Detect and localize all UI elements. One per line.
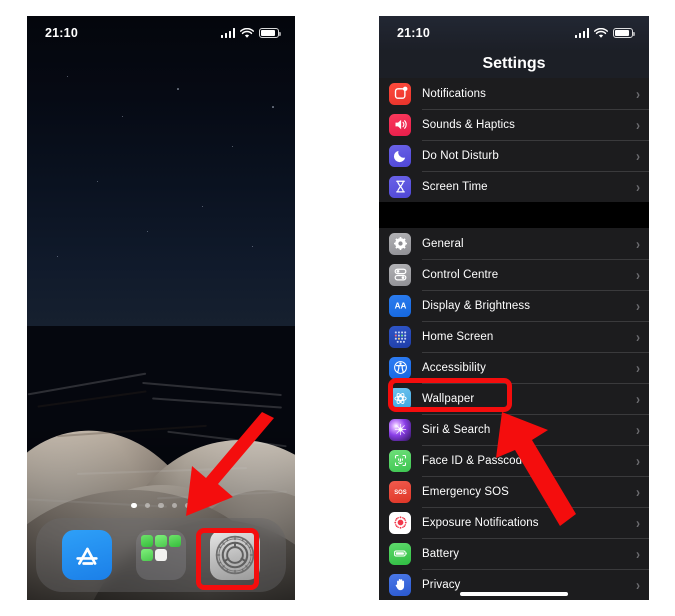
row-label: Battery [422,547,460,560]
battery-icon [613,28,635,38]
emergency-sos-icon: SOS [389,480,411,503]
signal-bars-icon [220,28,235,38]
notifications-icon [389,82,411,105]
row-label: Siri & Search [422,423,491,436]
settings-row-control-centre[interactable]: Control Centre › [379,259,649,290]
folder-mini-icon [169,535,181,547]
app-store-glyph [76,547,98,565]
app-store-icon[interactable] [62,530,112,580]
row-label: Do Not Disturb [422,149,499,162]
row-label: Sounds & Haptics [422,118,516,131]
chevron-right-icon: › [636,513,640,532]
control-centre-icon [389,263,411,286]
page-title: Settings [379,50,649,78]
chevron-right-icon: › [636,358,640,377]
settings-row-do-not-disturb[interactable]: Do Not Disturb › [379,140,649,171]
chevron-right-icon: › [636,544,640,563]
sounds-haptics-icon [389,113,411,136]
chevron-right-icon: › [636,84,640,103]
general-gear-icon [389,232,411,255]
chevron-right-icon: › [636,296,640,315]
row-label: Display & Brightness [422,299,531,312]
folder-mini-icon [169,549,181,561]
chevron-right-icon: › [636,115,640,134]
row-label: Notifications [422,87,486,100]
signal-bars-icon [574,28,589,38]
iphone-home-screen: 21:10 [27,16,295,600]
chevron-right-icon: › [636,265,640,284]
status-time: 21:10 [397,26,430,40]
settings-row-siri-search[interactable]: Siri & Search › [379,414,649,445]
chevron-right-icon: › [636,451,640,470]
settings-status-bar: 21:10 [379,16,649,50]
screenshot-canvas: 21:10 21:10 Settings Notifications › Sou… [0,0,675,616]
sos-badge-text: SOS [394,490,407,496]
wifi-icon [594,27,608,38]
settings-gear-glyph [215,535,255,575]
page-indicator-dots[interactable] [27,502,295,508]
settings-row-emergency-sos[interactable]: SOS Emergency SOS › [379,476,649,507]
accessibility-icon [389,356,411,379]
folder-mini-icon [141,535,153,547]
settings-row-notifications[interactable]: Notifications › [379,78,649,109]
exposure-notifications-icon [389,511,411,534]
row-label: Exposure Notifications [422,516,539,529]
home-indicator-bar[interactable] [460,592,568,596]
row-label: Emergency SOS [422,485,509,498]
chevron-right-icon: › [636,482,640,501]
folder-mini-icon [141,549,153,561]
chevron-right-icon: › [636,575,640,594]
app-folder-icon[interactable] [136,530,186,580]
chevron-right-icon: › [636,234,640,253]
settings-row-display-brightness[interactable]: AA Display & Brightness › [379,290,649,321]
wallpaper-image [27,16,295,600]
settings-row-screen-time[interactable]: Screen Time › [379,171,649,202]
settings-group: Notifications › Sounds & Haptics › Do No… [379,78,649,202]
row-label: Accessibility [422,361,486,374]
chevron-right-icon: › [636,389,640,408]
home-screen-icon [389,325,411,348]
home-dock [36,518,286,592]
group-separator [379,202,649,228]
folder-mini-icon [155,535,167,547]
settings-row-general[interactable]: General › [379,228,649,259]
chevron-right-icon: › [636,327,640,346]
row-label: Face ID & Passcode [422,454,529,467]
settings-row-home-screen[interactable]: Home Screen › [379,321,649,352]
siri-icon [389,418,411,441]
folder-mini-icon [155,549,167,561]
home-status-bar: 21:10 [27,16,295,50]
settings-gear-icon[interactable] [210,530,260,580]
row-label: General [422,237,464,250]
screen-time-icon [389,175,411,198]
row-label: Wallpaper [422,392,475,405]
settings-row-exposure-notifications[interactable]: Exposure Notifications › [379,507,649,538]
chevron-right-icon: › [636,146,640,165]
settings-row-accessibility[interactable]: Accessibility › [379,352,649,383]
row-label: Home Screen [422,330,494,343]
chevron-right-icon: › [636,420,640,439]
status-time: 21:10 [45,26,78,40]
svg-text:AA: AA [394,302,406,311]
chevron-right-icon: › [636,177,640,196]
wifi-icon [240,27,254,38]
settings-row-battery[interactable]: Battery › [379,538,649,569]
row-label: Privacy [422,578,461,591]
settings-row-face-id-passcode[interactable]: Face ID & Passcode › [379,445,649,476]
settings-list[interactable]: Notifications › Sounds & Haptics › Do No… [379,78,649,600]
do-not-disturb-icon [389,144,411,167]
wallpaper-icon [389,387,411,410]
row-label: Control Centre [422,268,499,281]
settings-row-wallpaper[interactable]: Wallpaper › [379,383,649,414]
iphone-settings-screen: 21:10 Settings Notifications › Sounds & … [379,16,649,600]
settings-group: General › Control Centre › AA Display & … [379,228,649,600]
row-label: Screen Time [422,180,488,193]
settings-row-sounds-haptics[interactable]: Sounds & Haptics › [379,109,649,140]
privacy-hand-icon [389,573,411,596]
battery-settings-icon [389,542,411,565]
battery-icon [259,28,281,38]
display-brightness-icon: AA [389,294,411,317]
face-id-icon [389,449,411,472]
